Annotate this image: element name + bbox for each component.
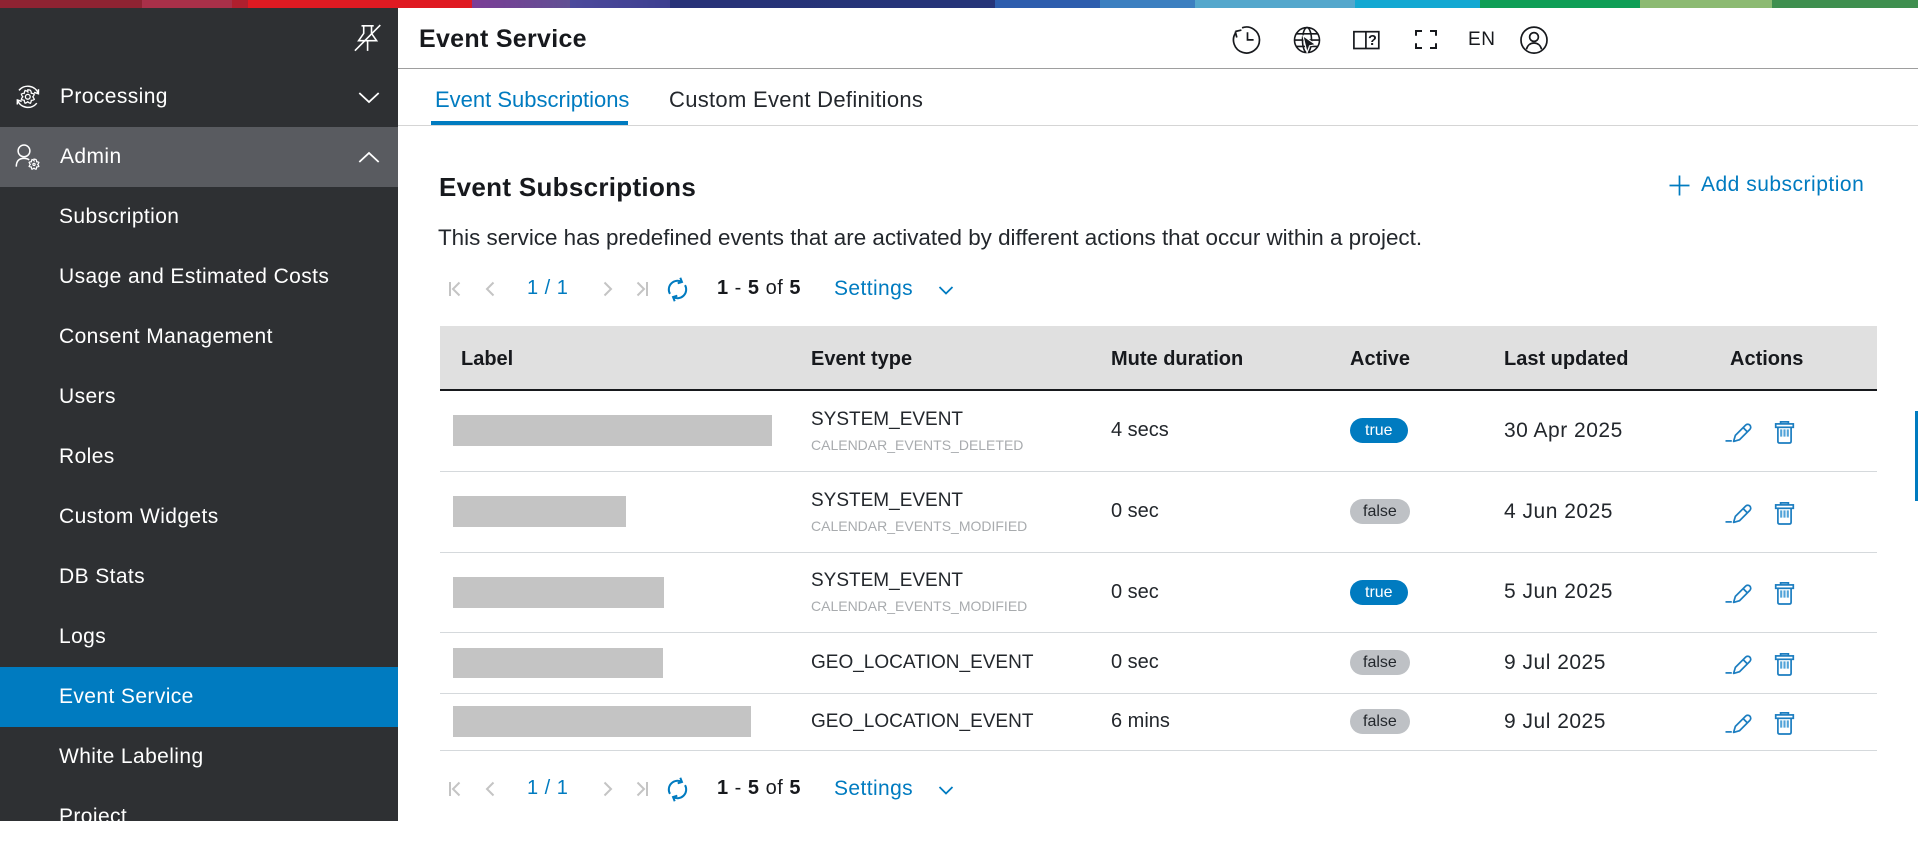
svg-text:?: ? [1368,33,1377,49]
